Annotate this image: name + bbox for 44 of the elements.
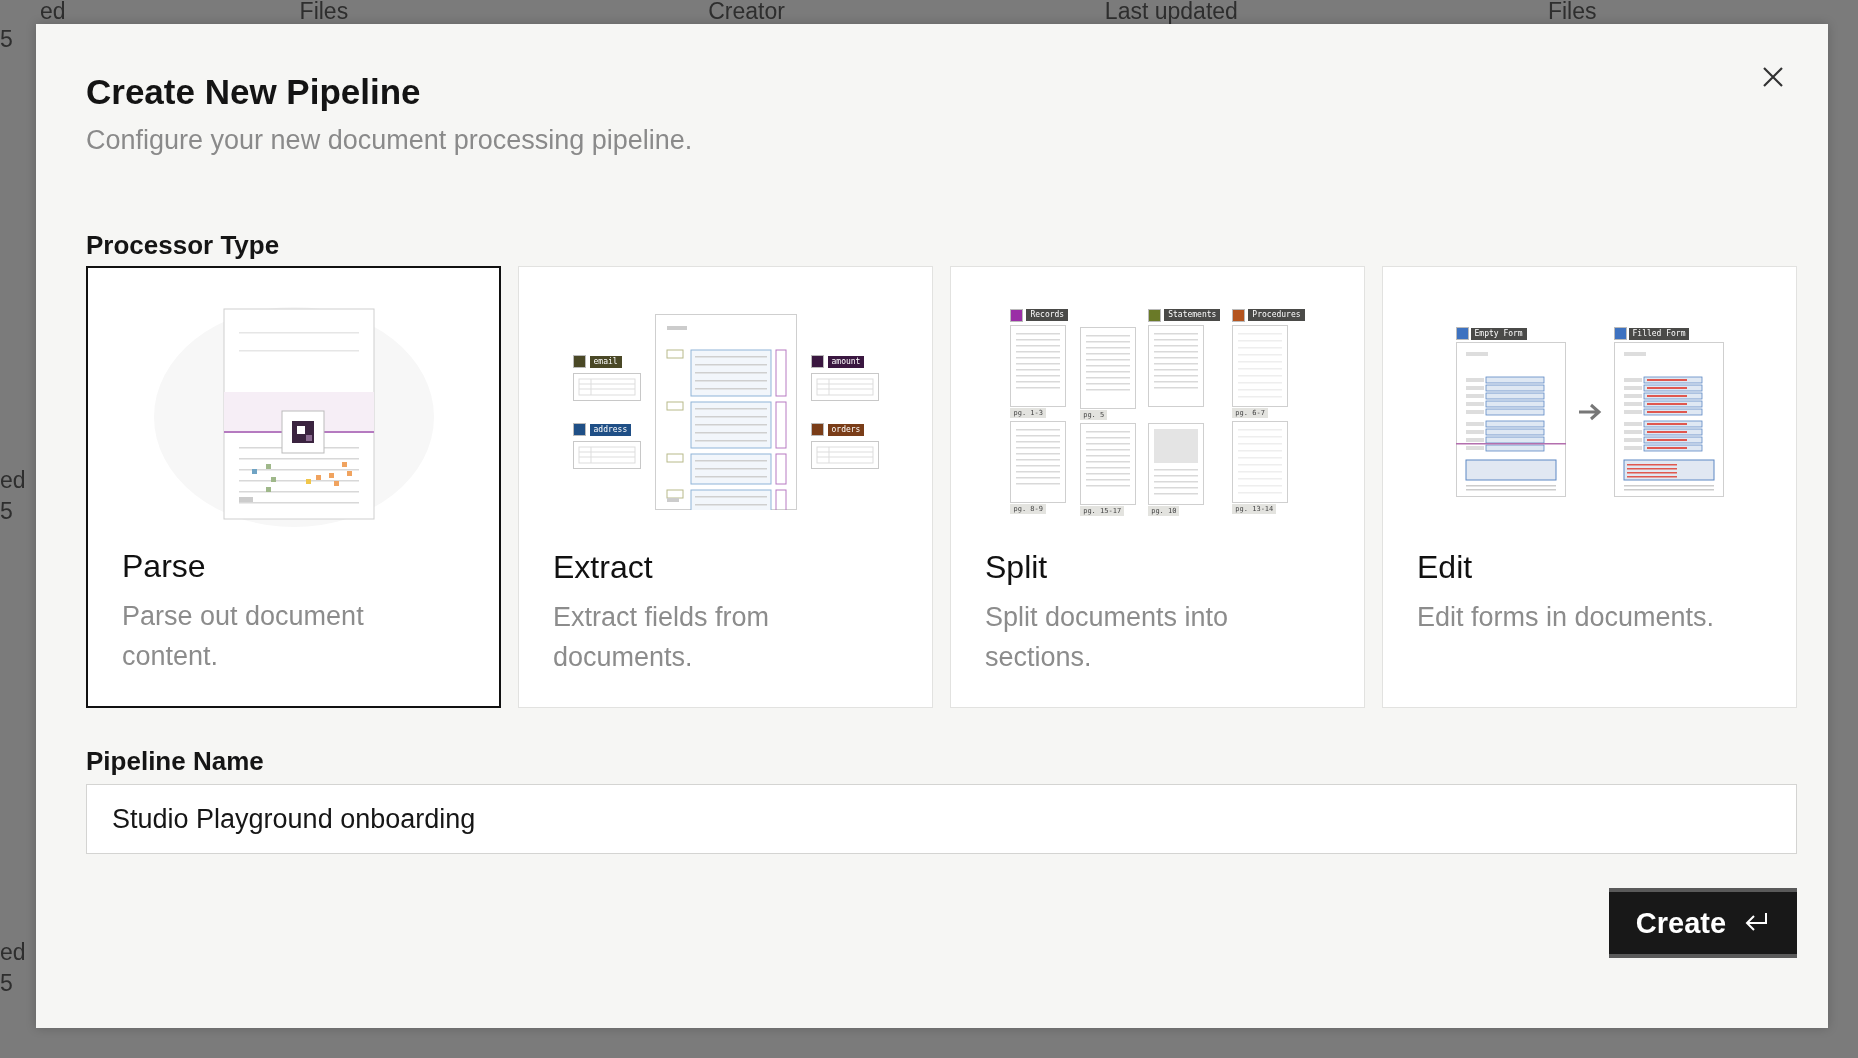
table-cell: 5: [0, 28, 13, 51]
table-cell: 5: [0, 500, 13, 523]
table-drawing: [572, 441, 641, 469]
card-title: Extract: [553, 548, 653, 587]
dialog-title: Create New Pipeline: [86, 71, 421, 113]
section-tag: Statements: [1164, 309, 1221, 321]
form-icon: [1455, 327, 1469, 340]
processor-card[interactable]: Empty Form Filled Form Edit Edit forms in documents.: [1382, 266, 1797, 708]
form-tag: Empty Form: [1470, 327, 1527, 340]
card-description: Split documents into sections.: [985, 601, 1230, 674]
processor-card[interactable]: email address amount orders Extract Extract fields from documents.: [518, 266, 933, 708]
create-button[interactable]: Create: [1609, 888, 1797, 958]
table-cell: 5: [0, 972, 13, 995]
section-tag: Records: [1026, 309, 1069, 321]
card-description: Parse out document content.: [122, 600, 365, 673]
card-description: Extract fields from documents.: [553, 601, 771, 674]
field-label: Processor Type: [86, 229, 280, 262]
card-title: Parse: [122, 547, 206, 586]
form-tag: Filled Form: [1628, 327, 1690, 340]
table-drawing: [810, 441, 879, 469]
table-cell: ed: [0, 941, 26, 964]
processor-card[interactable]: Parse Parse out document content.: [86, 266, 501, 708]
card-title: Split: [985, 548, 1048, 587]
field-tag: address: [589, 423, 632, 436]
column-header: ed: [40, 0, 66, 23]
close-icon: [1761, 65, 1785, 89]
field-tag: email: [589, 355, 622, 368]
dialog-subtitle: Configure your new document processing pipeline.: [86, 124, 693, 157]
field-tag: amount: [827, 355, 865, 368]
field-tag: orders: [827, 423, 865, 436]
section-tag: Procedures: [1248, 309, 1305, 321]
card-title: Edit: [1417, 548, 1473, 587]
form-icon: [1613, 327, 1627, 340]
column-header: Files: [299, 0, 349, 23]
column-header: Last updated: [1104, 0, 1238, 23]
card-description: Edit forms in documents.: [1417, 601, 1716, 634]
column-header: Files: [1547, 0, 1597, 23]
field-label: Pipeline Name: [86, 745, 264, 778]
table-drawing: [572, 373, 641, 401]
table-drawing: [810, 373, 879, 401]
pipeline-name-field[interactable]: Studio Playground onboarding: [86, 784, 1797, 854]
table-cell: ed: [0, 469, 26, 492]
arrow-icon: [1577, 403, 1602, 421]
column-header: Creator: [708, 0, 785, 23]
